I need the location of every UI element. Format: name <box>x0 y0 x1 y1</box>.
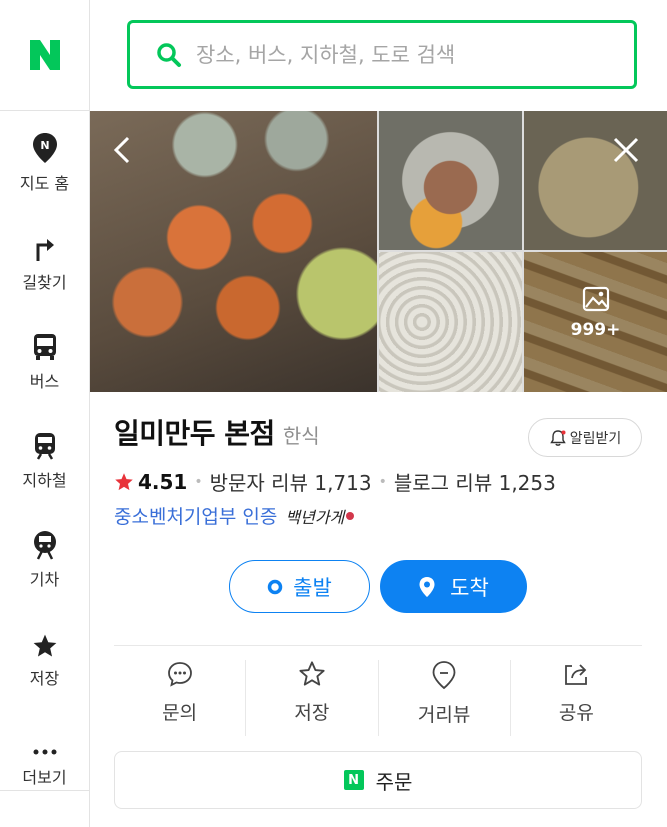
sidebar-item-label: 지하철 <box>22 471 67 490</box>
sidebar-item-more[interactable]: 더보기 <box>0 722 89 812</box>
subway-icon <box>34 433 55 460</box>
street-view-button[interactable]: 거리뷰 <box>379 660 511 736</box>
more-photos-overlay[interactable]: 999+ <box>524 286 667 340</box>
action-label: 거리뷰 <box>417 704 471 726</box>
sidebar-item-map-home[interactable]: N 지도 홈 <box>0 128 89 218</box>
map-pin-icon: N <box>32 133 57 163</box>
share-button[interactable]: 공유 <box>511 660 642 736</box>
sidebar-item-bus[interactable]: 버스 <box>0 326 89 416</box>
svg-text:N: N <box>40 139 49 152</box>
place-category: 한식 <box>282 424 320 448</box>
sidebar-item-label: 길찾기 <box>22 273 67 292</box>
rating-value: 4.51 <box>138 469 188 494</box>
visitor-reviews-link[interactable]: 방문자 리뷰 1,713 <box>210 467 372 496</box>
origin-dot-icon <box>267 579 283 594</box>
order-button-label: 주문 <box>375 769 413 794</box>
order-button[interactable]: N 주문 <box>114 751 642 809</box>
location-pin-outline-icon <box>432 661 456 690</box>
photo-thumb[interactable] <box>379 252 522 392</box>
arrive-button[interactable]: 도착 <box>380 560 527 613</box>
star-icon <box>33 634 56 657</box>
rating-star-icon <box>115 472 133 490</box>
sidebar-divider <box>0 790 89 791</box>
chevron-left-icon[interactable] <box>112 135 132 165</box>
more-dots-icon <box>33 749 56 755</box>
certification-row: 중소벤처기업부 인증 백년가게 <box>114 502 355 529</box>
section-divider <box>114 645 642 646</box>
depart-button-label: 출발 <box>293 575 332 600</box>
separator-dot: • <box>378 473 387 490</box>
arrive-button-label: 도착 <box>450 575 489 600</box>
alarm-button[interactable]: 알림받기 <box>528 418 642 457</box>
search-box[interactable] <box>127 20 637 89</box>
naver-logo-icon[interactable] <box>28 38 62 72</box>
train-icon <box>33 531 56 560</box>
sidebar-item-label: 버스 <box>29 372 60 391</box>
certification-link[interactable]: 중소벤처기업부 인증 <box>114 502 277 529</box>
action-label: 문의 <box>162 702 198 724</box>
alarm-button-label: 알림받기 <box>569 430 622 447</box>
search-icon[interactable] <box>156 42 182 68</box>
sidebar-item-label: 기차 <box>29 570 60 589</box>
save-button[interactable]: 저장 <box>246 660 379 736</box>
separator-dot: • <box>194 473 203 490</box>
badge-seal <box>346 511 355 520</box>
close-icon[interactable] <box>612 136 640 164</box>
review-stats: 4.51 • 방문자 리뷰 1,713 • 블로그 리뷰 1,253 <box>114 467 556 496</box>
inquiry-button[interactable]: 문의 <box>114 660 247 736</box>
photo-thumb[interactable] <box>524 111 667 250</box>
bus-icon <box>33 334 56 360</box>
chat-bubble-icon <box>167 662 192 687</box>
sidebar-item-directions[interactable]: 길찾기 <box>0 227 89 317</box>
sidebar: N 지도 홈 길찾기 버스 지하철 기차 저장 더보기 <box>0 0 90 827</box>
naver-order-icon: N <box>343 770 364 790</box>
century-store-badge: 백년가게 <box>285 507 345 527</box>
sidebar-item-subway[interactable]: 지하철 <box>0 425 89 515</box>
sidebar-item-saved[interactable]: 저장 <box>0 623 89 713</box>
destination-pin-icon <box>419 576 435 597</box>
photo-count: 999+ <box>570 320 621 340</box>
image-icon <box>582 286 609 312</box>
action-label: 공유 <box>558 702 594 724</box>
sidebar-item-label: 더보기 <box>22 768 67 787</box>
logo-area <box>0 0 89 111</box>
photo-gallery: 999+ <box>90 111 667 392</box>
star-outline-icon <box>299 661 325 686</box>
share-icon <box>565 664 588 685</box>
place-title-row: 일미만두 본점 한식 <box>114 412 320 452</box>
sidebar-item-label: 저장 <box>29 669 60 688</box>
action-label: 저장 <box>294 702 330 724</box>
action-bar: 문의 저장 거리뷰 공유 <box>114 660 642 736</box>
main-photo[interactable] <box>90 111 377 392</box>
bell-icon <box>549 429 566 446</box>
sidebar-item-train[interactable]: 기차 <box>0 524 89 614</box>
photo-thumb[interactable] <box>379 111 522 250</box>
turn-arrow-icon <box>36 239 54 261</box>
depart-button[interactable]: 출발 <box>229 560 370 613</box>
sidebar-item-label: 지도 홈 <box>19 174 70 193</box>
place-name: 일미만두 본점 <box>114 417 275 450</box>
search-input[interactable] <box>196 42 616 67</box>
blog-reviews-link[interactable]: 블로그 리뷰 1,253 <box>394 467 556 496</box>
